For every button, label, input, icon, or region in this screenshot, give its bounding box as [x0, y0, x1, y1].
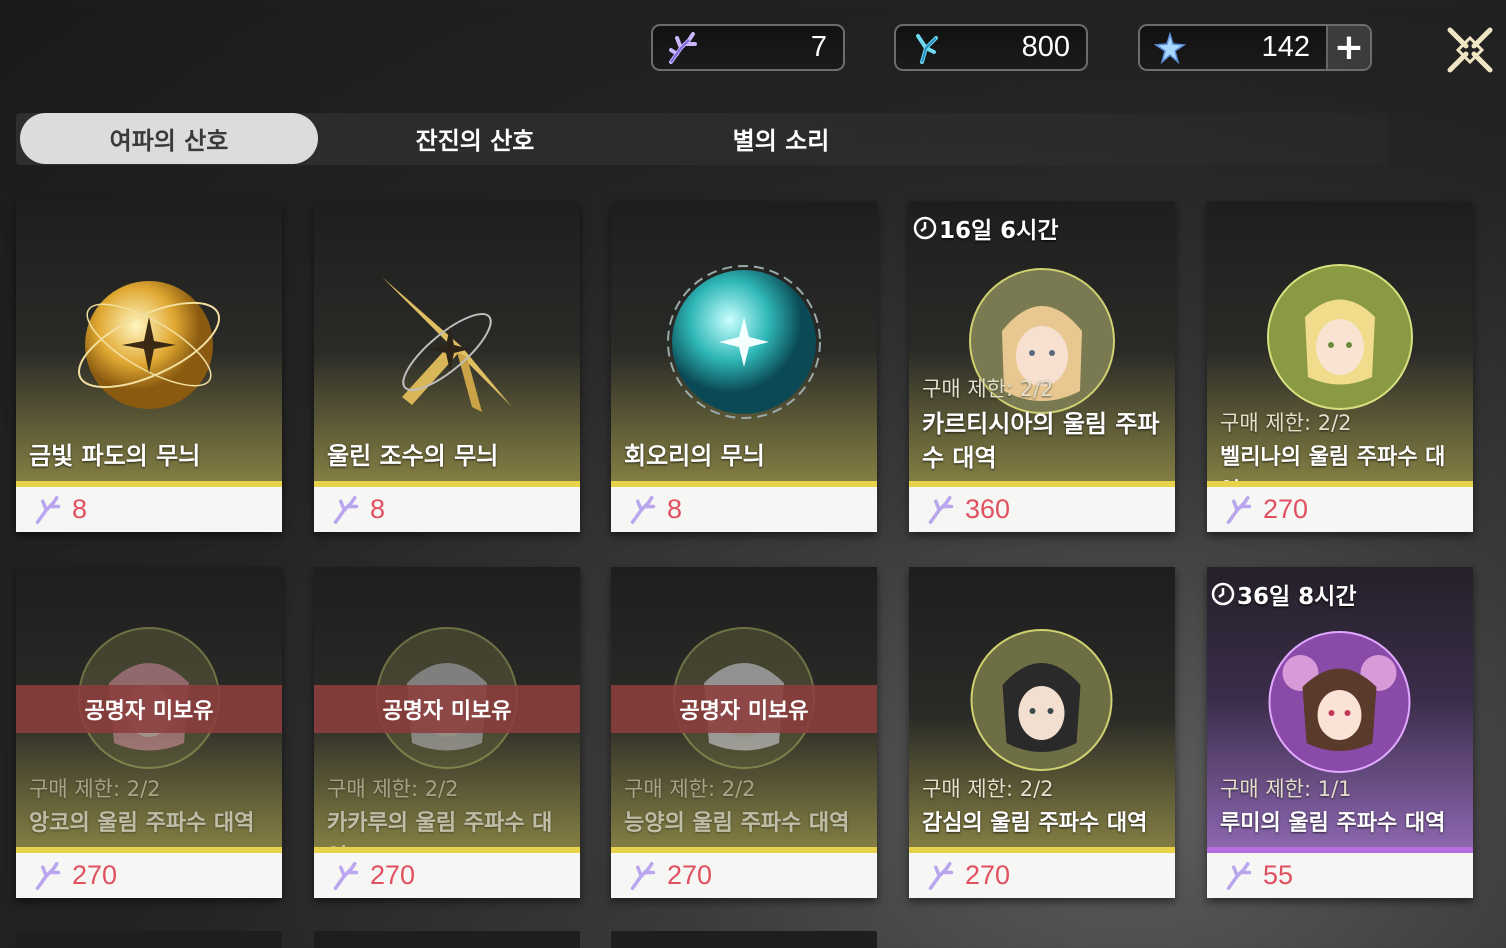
timer-text: 36일 8시간	[1237, 584, 1357, 610]
item-name: 능양의 울림 주파수 대역	[624, 811, 850, 836]
coral-icon	[35, 861, 61, 890]
close-icon	[1447, 27, 1493, 73]
price-value: 8	[72, 494, 88, 524]
currency-star-crystal: 142 +	[1138, 24, 1372, 71]
coral-icon	[35, 495, 61, 524]
price-value: 55	[1263, 860, 1294, 890]
coral-icon	[333, 861, 359, 890]
tide-coral-icon	[916, 34, 938, 64]
shop-item-card[interactable]	[611, 931, 877, 948]
price-value: 8	[667, 494, 683, 524]
price-tag: 270	[909, 853, 1175, 898]
tab-remnant-coral[interactable]: 잔진의 산호	[326, 113, 624, 164]
currency-coral: 7	[651, 24, 845, 71]
purchase-limit: 구매 제한: 2/2	[1220, 411, 1352, 435]
coral-icon	[928, 861, 954, 890]
whirlwind-pattern-art	[667, 265, 821, 419]
tide-coral-count: 800	[1021, 31, 1070, 63]
tab-aftermath-coral[interactable]: 여파의 산호	[20, 113, 318, 164]
item-name: 금빛 파도의 무늬	[29, 442, 201, 470]
shop-item-card[interactable]: 회오리의 무늬 8	[611, 201, 877, 532]
price-tag: 270	[16, 853, 282, 898]
add-star-crystal-button[interactable]: +	[1326, 26, 1370, 69]
currency-tide-coral: 800	[894, 24, 1088, 71]
item-name: 루미의 울림 주파수 대역	[1220, 811, 1446, 836]
purchase-limit: 구매 제한: 1/1	[1220, 777, 1352, 801]
not-owned-banner: 공명자 미보유	[611, 685, 877, 733]
lumi-portrait-art	[1268, 631, 1411, 773]
coral-icon	[630, 495, 656, 524]
price-value: 8	[370, 494, 386, 524]
price-tag: 8	[611, 487, 877, 532]
coral-icon	[333, 495, 359, 524]
not-owned-banner: 공명자 미보유	[16, 685, 282, 733]
shop-item-card[interactable]: 구매 제한: 2/2 벨리나의 울림 주파수 대역 270	[1207, 201, 1473, 532]
item-name: 앙코의 울림 주파수 대역	[29, 811, 255, 836]
price-value: 360	[965, 494, 1011, 524]
golden-wave-pattern-art	[77, 281, 221, 409]
tab-star-sound[interactable]: 별의 소리	[632, 113, 930, 164]
clock-icon	[1211, 582, 1235, 606]
resonant-tide-pattern-art	[382, 277, 512, 412]
not-owned-banner: 공명자 미보유	[314, 685, 580, 733]
shop-item-card[interactable]: 울린 조수의 무늬 8	[314, 201, 580, 532]
purchase-limit: 구매 제한: 2/2	[922, 777, 1054, 801]
timer: 16일 6시간	[913, 211, 1059, 245]
shop-item-card[interactable]: 구매 제한: 2/2 감심의 울림 주파수 대역 270	[909, 567, 1175, 898]
price-value: 270	[72, 860, 118, 890]
timer-text: 16일 6시간	[939, 218, 1059, 244]
timer: 36일 8시간	[1211, 577, 1357, 611]
item-name: 카르티시아의 울림 주파수 대역	[922, 410, 1160, 472]
price-tag: 8	[16, 487, 282, 532]
price-value: 270	[667, 860, 713, 890]
price-value: 270	[1263, 494, 1309, 524]
shop-item-card[interactable]: 금빛 파도의 무늬 8	[16, 201, 282, 532]
price-tag: 270	[314, 853, 580, 898]
price-tag: 360	[909, 487, 1175, 532]
coral-icon	[1226, 861, 1252, 890]
shop-item-card[interactable]	[16, 931, 282, 948]
coral-icon	[928, 495, 954, 524]
purchase-limit: 구매 제한: 2/2	[624, 777, 756, 801]
price-value: 270	[370, 860, 416, 890]
price-tag: 8	[314, 487, 580, 532]
coral-icon	[669, 32, 697, 64]
coral-icon	[630, 861, 656, 890]
purchase-limit: 구매 제한: 2/2	[327, 777, 459, 801]
coral-count: 7	[810, 31, 827, 63]
clock-icon	[913, 216, 937, 240]
star-crystal-icon	[1154, 32, 1186, 64]
shop-item-card[interactable]: 공명자 미보유 구매 제한: 2/2 능양의 울림 주파수 대역 270	[611, 567, 877, 898]
item-name: 회오리의 무늬	[624, 442, 765, 470]
shop-item-card[interactable]: 36일 8시간 구매 제한: 1/1 루미의 울림 주파수 대역 55	[1207, 567, 1473, 898]
jianxin-portrait-art	[970, 629, 1113, 771]
purchase-limit: 구매 제한: 2/2	[29, 777, 161, 801]
coral-icon	[1226, 495, 1252, 524]
price-tag: 55	[1207, 853, 1473, 898]
shop-item-card[interactable]: 공명자 미보유 구매 제한: 2/2 카카루의 울림 주파수 대역 270	[314, 567, 580, 898]
shop-item-card[interactable]	[314, 931, 580, 948]
price-tag: 270	[1207, 487, 1473, 532]
shop-item-card[interactable]: 공명자 미보유 구매 제한: 2/2 앙코의 울림 주파수 대역 270	[16, 567, 282, 898]
price-value: 270	[965, 860, 1011, 890]
item-name: 울린 조수의 무늬	[327, 442, 499, 470]
shop-item-card[interactable]: 16일 6시간 구매 제한: 2/2 카르티시아의 울림 주파수 대역 360	[909, 201, 1175, 532]
star-crystal-count: 142	[1261, 31, 1310, 63]
close-button[interactable]	[1446, 26, 1494, 74]
price-tag: 270	[611, 853, 877, 898]
item-name: 감심의 울림 주파수 대역	[922, 811, 1148, 836]
verina-portrait-art	[1267, 264, 1413, 410]
purchase-limit: 구매 제한: 2/2	[922, 377, 1054, 401]
